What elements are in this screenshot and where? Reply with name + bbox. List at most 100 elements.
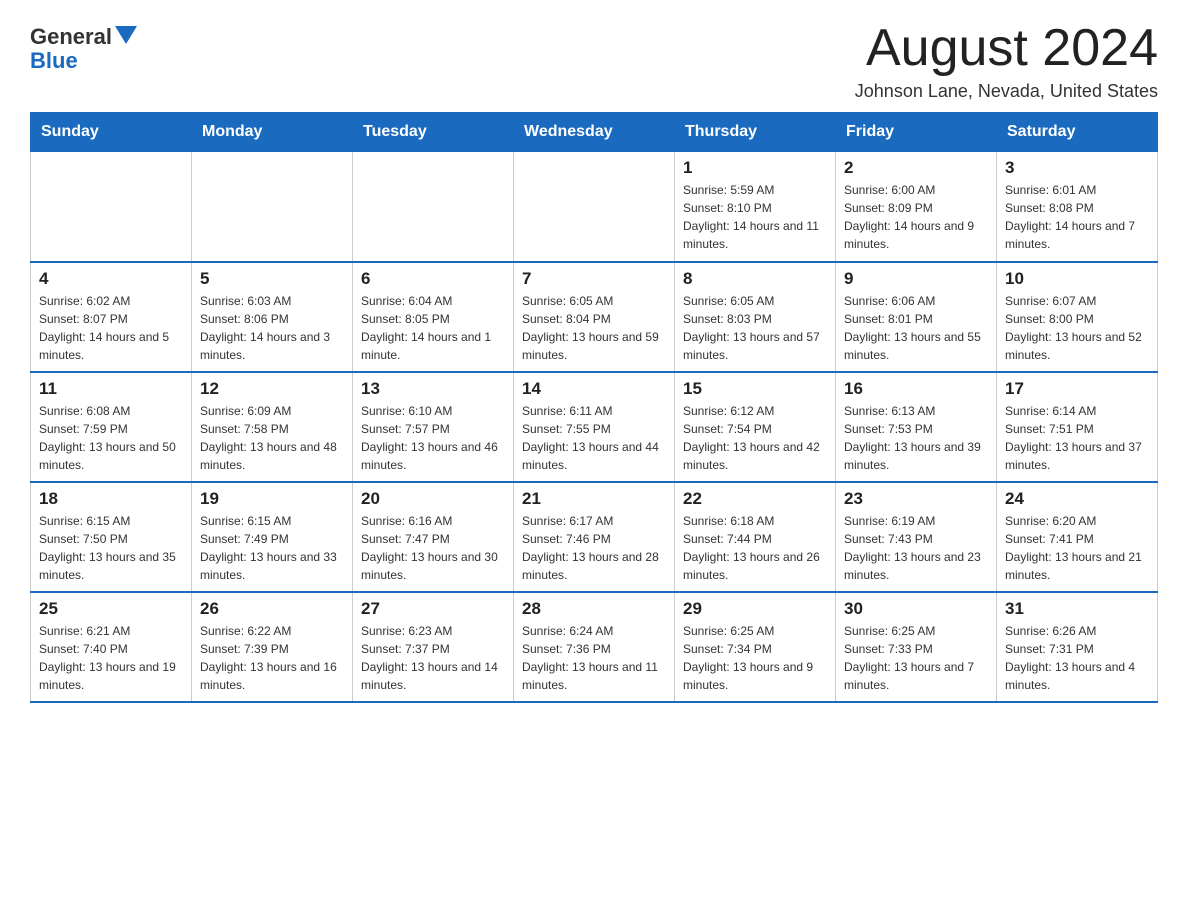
day-info: Sunrise: 6:24 AMSunset: 7:36 PMDaylight:…	[522, 622, 666, 694]
day-info: Sunrise: 6:08 AMSunset: 7:59 PMDaylight:…	[39, 402, 183, 474]
logo: General Blue	[30, 25, 137, 73]
day-info: Sunrise: 6:20 AMSunset: 7:41 PMDaylight:…	[1005, 512, 1149, 584]
day-info: Sunrise: 5:59 AMSunset: 8:10 PMDaylight:…	[683, 181, 827, 253]
month-title: August 2024	[855, 20, 1158, 77]
day-number: 14	[522, 379, 666, 399]
calendar-cell: 3Sunrise: 6:01 AMSunset: 8:08 PMDaylight…	[997, 152, 1158, 262]
calendar-cell: 27 Sunrise: 6:23 AMSunset: 7:37 PMDayligh…	[353, 592, 514, 702]
weekday-header-wednesday: Wednesday	[514, 113, 675, 152]
logo-blue-text: Blue	[30, 49, 78, 73]
day-number: 31	[1005, 599, 1149, 619]
day-info: Sunrise: 6:16 AMSunset: 7:47 PMDaylight:…	[361, 512, 505, 584]
calendar-cell: 13Sunrise: 6:10 AMSunset: 7:57 PMDayligh…	[353, 372, 514, 482]
day-info: Sunrise: 6:07 AMSunset: 8:00 PMDaylight:…	[1005, 292, 1149, 364]
calendar-cell: 23 Sunrise: 6:19 AMSunset: 7:43 PMDayligh…	[836, 482, 997, 592]
day-number: 26	[200, 599, 344, 619]
day-number: 5	[200, 269, 344, 289]
calendar-cell: 11 Sunrise: 6:08 AMSunset: 7:59 PMDayligh…	[31, 372, 192, 482]
calendar-cell: 9Sunrise: 6:06 AMSunset: 8:01 PMDaylight…	[836, 262, 997, 372]
day-number: 24	[1005, 489, 1149, 509]
day-number: 17	[1005, 379, 1149, 399]
calendar-cell: 1 Sunrise: 5:59 AMSunset: 8:10 PMDaylight…	[675, 152, 836, 262]
day-info: Sunrise: 6:15 AMSunset: 7:50 PMDaylight:…	[39, 512, 183, 584]
calendar-cell: 5 Sunrise: 6:03 AMSunset: 8:06 PMDaylight…	[192, 262, 353, 372]
calendar-cell: 26 Sunrise: 6:22 AMSunset: 7:39 PMDayligh…	[192, 592, 353, 702]
calendar-cell	[514, 152, 675, 262]
weekday-header-thursday: Thursday	[675, 113, 836, 152]
day-info: Sunrise: 6:03 AMSunset: 8:06 PMDaylight:…	[200, 292, 344, 364]
day-info: Sunrise: 6:02 AMSunset: 8:07 PMDaylight:…	[39, 292, 183, 364]
calendar-cell: 12 Sunrise: 6:09 AMSunset: 7:58 PMDayligh…	[192, 372, 353, 482]
day-number: 29	[683, 599, 827, 619]
logo-general-text: General	[30, 25, 112, 49]
calendar-cell: 14 Sunrise: 6:11 AMSunset: 7:55 PMDayligh…	[514, 372, 675, 482]
weekday-header-row: SundayMondayTuesdayWednesdayThursdayFrid…	[31, 113, 1158, 152]
day-number: 12	[200, 379, 344, 399]
day-number: 4	[39, 269, 183, 289]
day-info: Sunrise: 6:00 AMSunset: 8:09 PMDaylight:…	[844, 181, 988, 253]
day-number: 1	[683, 158, 827, 178]
page-header: General Blue August 2024 Johnson Lane, N…	[30, 20, 1158, 102]
calendar-cell: 18 Sunrise: 6:15 AMSunset: 7:50 PMDayligh…	[31, 482, 192, 592]
day-number: 19	[200, 489, 344, 509]
day-number: 22	[683, 489, 827, 509]
calendar-cell: 31 Sunrise: 6:26 AMSunset: 7:31 PMDayligh…	[997, 592, 1158, 702]
day-number: 18	[39, 489, 183, 509]
calendar-cell: 19Sunrise: 6:15 AMSunset: 7:49 PMDayligh…	[192, 482, 353, 592]
day-number: 23	[844, 489, 988, 509]
weekday-header-saturday: Saturday	[997, 113, 1158, 152]
day-number: 3	[1005, 158, 1149, 178]
calendar-cell: 20 Sunrise: 6:16 AMSunset: 7:47 PMDayligh…	[353, 482, 514, 592]
weekday-header-monday: Monday	[192, 113, 353, 152]
weekday-header-friday: Friday	[836, 113, 997, 152]
calendar-cell: 30 Sunrise: 6:25 AMSunset: 7:33 PMDayligh…	[836, 592, 997, 702]
day-number: 27	[361, 599, 505, 619]
day-info: Sunrise: 6:17 AMSunset: 7:46 PMDaylight:…	[522, 512, 666, 584]
calendar-cell: 24 Sunrise: 6:20 AMSunset: 7:41 PMDayligh…	[997, 482, 1158, 592]
calendar-week-row: 25 Sunrise: 6:21 AMSunset: 7:40 PMDayligh…	[31, 592, 1158, 702]
day-info: Sunrise: 6:19 AMSunset: 7:43 PMDaylight:…	[844, 512, 988, 584]
calendar-cell: 7 Sunrise: 6:05 AMSunset: 8:04 PMDaylight…	[514, 262, 675, 372]
calendar-week-row: 4 Sunrise: 6:02 AMSunset: 8:07 PMDaylight…	[31, 262, 1158, 372]
day-info: Sunrise: 6:09 AMSunset: 7:58 PMDaylight:…	[200, 402, 344, 474]
calendar-table: SundayMondayTuesdayWednesdayThursdayFrid…	[30, 112, 1158, 703]
day-info: Sunrise: 6:13 AMSunset: 7:53 PMDaylight:…	[844, 402, 988, 474]
calendar-week-row: 11 Sunrise: 6:08 AMSunset: 7:59 PMDayligh…	[31, 372, 1158, 482]
day-number: 28	[522, 599, 666, 619]
day-number: 7	[522, 269, 666, 289]
day-number: 21	[522, 489, 666, 509]
day-info: Sunrise: 6:18 AMSunset: 7:44 PMDaylight:…	[683, 512, 827, 584]
weekday-header-sunday: Sunday	[31, 113, 192, 152]
day-number: 8	[683, 269, 827, 289]
day-info: Sunrise: 6:11 AMSunset: 7:55 PMDaylight:…	[522, 402, 666, 474]
weekday-header-tuesday: Tuesday	[353, 113, 514, 152]
day-number: 25	[39, 599, 183, 619]
day-info: Sunrise: 6:21 AMSunset: 7:40 PMDaylight:…	[39, 622, 183, 694]
calendar-cell: 25 Sunrise: 6:21 AMSunset: 7:40 PMDayligh…	[31, 592, 192, 702]
calendar-cell: 16 Sunrise: 6:13 AMSunset: 7:53 PMDayligh…	[836, 372, 997, 482]
day-info: Sunrise: 6:05 AMSunset: 8:03 PMDaylight:…	[683, 292, 827, 364]
day-info: Sunrise: 6:14 AMSunset: 7:51 PMDaylight:…	[1005, 402, 1149, 474]
calendar-week-row: 1 Sunrise: 5:59 AMSunset: 8:10 PMDaylight…	[31, 152, 1158, 262]
day-info: Sunrise: 6:10 AMSunset: 7:57 PMDaylight:…	[361, 402, 505, 474]
day-info: Sunrise: 6:12 AMSunset: 7:54 PMDaylight:…	[683, 402, 827, 474]
calendar-cell: 29Sunrise: 6:25 AMSunset: 7:34 PMDayligh…	[675, 592, 836, 702]
day-number: 30	[844, 599, 988, 619]
day-number: 20	[361, 489, 505, 509]
day-info: Sunrise: 6:26 AMSunset: 7:31 PMDaylight:…	[1005, 622, 1149, 694]
calendar-cell: 28 Sunrise: 6:24 AMSunset: 7:36 PMDayligh…	[514, 592, 675, 702]
day-info: Sunrise: 6:25 AMSunset: 7:33 PMDaylight:…	[844, 622, 988, 694]
calendar-cell: 4 Sunrise: 6:02 AMSunset: 8:07 PMDaylight…	[31, 262, 192, 372]
day-number: 2	[844, 158, 988, 178]
day-info: Sunrise: 6:23 AMSunset: 7:37 PMDaylight:…	[361, 622, 505, 694]
day-info: Sunrise: 6:06 AMSunset: 8:01 PMDaylight:…	[844, 292, 988, 364]
calendar-cell	[31, 152, 192, 262]
day-info: Sunrise: 6:22 AMSunset: 7:39 PMDaylight:…	[200, 622, 344, 694]
day-number: 11	[39, 379, 183, 399]
calendar-cell: 22 Sunrise: 6:18 AMSunset: 7:44 PMDayligh…	[675, 482, 836, 592]
title-section: August 2024 Johnson Lane, Nevada, United…	[855, 20, 1158, 102]
day-number: 16	[844, 379, 988, 399]
calendar-cell	[192, 152, 353, 262]
day-info: Sunrise: 6:05 AMSunset: 8:04 PMDaylight:…	[522, 292, 666, 364]
calendar-week-row: 18 Sunrise: 6:15 AMSunset: 7:50 PMDayligh…	[31, 482, 1158, 592]
